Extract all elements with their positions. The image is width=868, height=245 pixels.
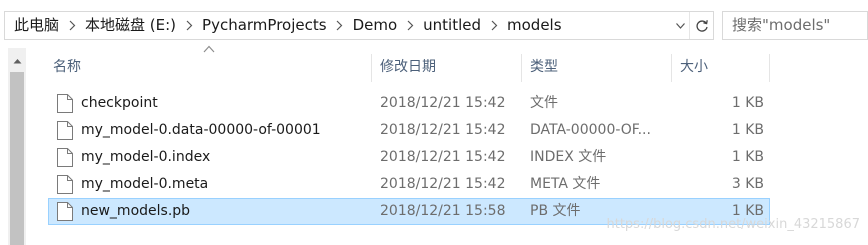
breadcrumb-item-untitled[interactable]: untitled: [419, 12, 485, 39]
file-date-modified: 2018/12/21 15:42: [380, 149, 506, 165]
address-bar[interactable]: 此电脑 本地磁盘 (E:) PycharmProjects Demo untit…: [4, 11, 714, 40]
breadcrumb-item-models[interactable]: models: [503, 12, 566, 39]
breadcrumb-item-pycharmprojects[interactable]: PycharmProjects: [198, 12, 331, 39]
file-icon: [57, 121, 73, 140]
file-list: checkpoint 2018/12/21 15:42 文件 1 KB my_m…: [48, 90, 770, 225]
scroll-up-arrow-icon[interactable]: [8, 52, 26, 70]
chevron-right-icon[interactable]: [63, 12, 81, 39]
address-bar-row: 此电脑 本地磁盘 (E:) PycharmProjects Demo untit…: [0, 0, 868, 48]
chevron-right-icon[interactable]: [485, 12, 503, 39]
file-icon: [57, 94, 73, 113]
file-name: my_model-0.meta: [81, 176, 209, 192]
scrollbar-track[interactable]: [8, 48, 26, 245]
file-name: new_models.pb: [81, 203, 191, 219]
file-row[interactable]: my_model-0.data-00000-of-00001 2018/12/2…: [48, 117, 770, 144]
column-header-name[interactable]: 名称: [46, 54, 372, 82]
file-row[interactable]: my_model-0.index 2018/12/21 15:42 INDEX …: [48, 144, 770, 171]
file-date-modified: 2018/12/21 15:42: [380, 122, 506, 138]
breadcrumb-item-demo[interactable]: Demo: [349, 12, 402, 39]
file-type: INDEX 文件: [530, 149, 607, 165]
column-header-row: 名称 修改日期 类型 大小: [46, 54, 772, 82]
scrollbar-thumb[interactable]: [10, 72, 24, 245]
file-date-modified: 2018/12/21 15:58: [380, 203, 506, 219]
file-type: DATA-00000-OF...: [530, 122, 651, 138]
file-name: checkpoint: [81, 95, 158, 111]
file-name: my_model-0.index: [81, 149, 211, 165]
file-type: 文件: [530, 95, 558, 111]
file-date-modified: 2018/12/21 15:42: [380, 176, 506, 192]
vertical-scrollbar[interactable]: [0, 48, 30, 245]
file-size: 1 KB: [731, 122, 764, 138]
file-row[interactable]: checkpoint 2018/12/21 15:42 文件 1 KB: [48, 90, 770, 117]
file-size: 1 KB: [731, 149, 764, 165]
chevron-down-icon[interactable]: [671, 12, 689, 39]
sort-ascending-icon: [203, 45, 215, 53]
file-icon: [57, 148, 73, 167]
column-header-date-modified[interactable]: 修改日期: [372, 54, 522, 82]
file-name: my_model-0.data-00000-of-00001: [81, 122, 321, 138]
file-type: PB 文件: [530, 203, 581, 219]
file-size: 1 KB: [731, 95, 764, 111]
watermark: https://blog.csdn.net/weixin_43215867: [606, 217, 860, 232]
file-icon: [57, 175, 73, 194]
search-input[interactable]: 搜索"models": [722, 11, 868, 40]
chevron-right-icon[interactable]: [401, 12, 419, 39]
chevron-right-icon[interactable]: [180, 12, 198, 39]
breadcrumb: 此电脑 本地磁盘 (E:) PycharmProjects Demo untit…: [5, 12, 566, 39]
file-date-modified: 2018/12/21 15:42: [380, 95, 506, 111]
file-type: META 文件: [530, 176, 601, 192]
breadcrumb-item-this-pc[interactable]: 此电脑: [5, 12, 63, 39]
file-size: 3 KB: [731, 176, 764, 192]
address-bar-controls: [671, 12, 713, 39]
breadcrumb-item-drive-e[interactable]: 本地磁盘 (E:): [81, 12, 180, 39]
column-header-size[interactable]: 大小: [672, 54, 770, 82]
file-row[interactable]: my_model-0.meta 2018/12/21 15:42 META 文件…: [48, 171, 770, 198]
refresh-icon[interactable]: [689, 12, 713, 39]
chevron-right-icon[interactable]: [331, 12, 349, 39]
column-header-type[interactable]: 类型: [522, 54, 672, 82]
file-icon: [57, 202, 73, 221]
